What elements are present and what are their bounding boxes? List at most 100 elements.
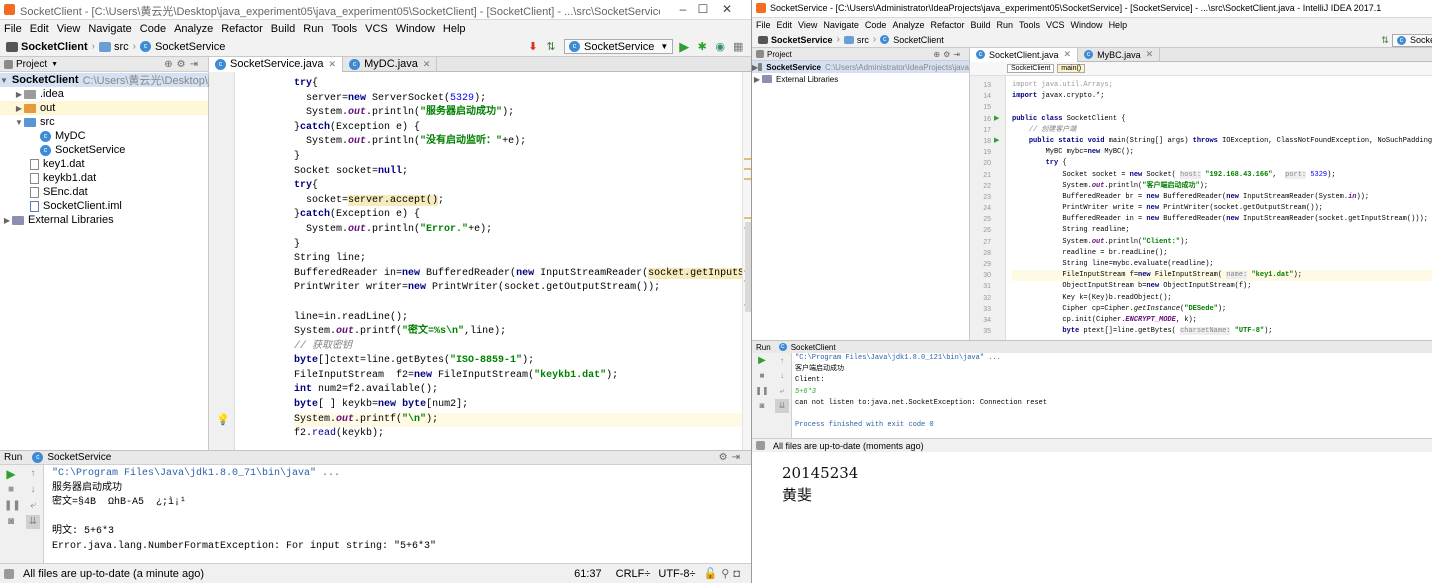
scroll-to-end-icon[interactable]: ⇊	[26, 515, 40, 529]
run-class-icon[interactable]: ▶	[994, 114, 999, 122]
menu-refactor[interactable]: Refactor	[930, 19, 964, 31]
tree-item-external-libraries[interactable]: ▶ External Libraries	[752, 73, 969, 85]
tree-item-iml[interactable]: SocketClient.iml	[0, 199, 208, 213]
tree-item-socketservice[interactable]: c SocketService	[0, 143, 208, 157]
project-panel-title[interactable]: Project	[16, 59, 47, 70]
close-tab-icon[interactable]: ✕	[329, 59, 337, 70]
up-arrow-icon[interactable]: ↑	[775, 354, 789, 368]
run-panel-label[interactable]: Run	[4, 452, 22, 463]
menu-help[interactable]: Help	[1109, 19, 1128, 31]
file-encoding[interactable]: UTF-8÷	[658, 568, 695, 580]
pause-icon[interactable]: ❚❚	[755, 384, 769, 398]
maximize-icon[interactable]: ☐	[696, 2, 710, 16]
tree-root[interactable]: ▼ SocketClient C:\Users\黄云光\Desktop\java	[0, 73, 228, 87]
menu-view[interactable]: View	[798, 19, 817, 31]
menu-code[interactable]: Code	[865, 19, 887, 31]
rerun-icon[interactable]: ▶	[4, 467, 18, 481]
crumb-class[interactable]: SocketClient	[1007, 64, 1055, 73]
run-config-select[interactable]: c SocketService ▼	[564, 39, 674, 54]
menu-build[interactable]: Build	[970, 19, 990, 31]
breadcrumb-project[interactable]: SocketService	[771, 35, 833, 45]
menu-edit[interactable]: Edit	[777, 19, 793, 31]
wrap-icon[interactable]: ⤶	[26, 499, 40, 513]
tree-root[interactable]: ▶ SocketService C:\Users\Administrator\I…	[752, 61, 969, 73]
breadcrumb-folder[interactable]: src	[114, 41, 129, 53]
left-console[interactable]: "C:\Program Files\Java\jdk1.8.0_71\bin\j…	[44, 465, 751, 563]
run-icon[interactable]: ▶	[677, 39, 691, 54]
tree-item-external-libraries[interactable]: ▶ External Libraries	[0, 213, 208, 227]
menu-window[interactable]: Window	[396, 22, 435, 36]
tree-item-senc[interactable]: SEnc.dat	[0, 185, 208, 199]
menu-build[interactable]: Build	[271, 22, 295, 36]
close-icon[interactable]: ✕	[720, 2, 734, 16]
tab-mybc[interactable]: c MyBC.java ✕	[1078, 47, 1161, 62]
wrap-icon[interactable]: ⤶	[775, 384, 789, 398]
pause-icon[interactable]: ❚❚	[4, 499, 21, 513]
profile-icon[interactable]: ▦	[731, 40, 745, 54]
editor-error-stripe[interactable]	[742, 72, 751, 450]
breadcrumb-class[interactable]: SocketService	[155, 41, 225, 53]
tree-item-key1[interactable]: key1.dat	[0, 157, 208, 171]
stripe-mark[interactable]	[744, 158, 751, 160]
menu-file[interactable]: File	[756, 19, 771, 31]
lightbulb-icon[interactable]: 💡	[216, 413, 230, 426]
down-arrow-icon[interactable]: ↓	[775, 369, 789, 383]
menu-edit[interactable]: Edit	[30, 22, 49, 36]
editor-scrollbar-thumb[interactable]	[745, 222, 751, 312]
close-tab-icon[interactable]: ✕	[1146, 49, 1154, 60]
menu-tools[interactable]: Tools	[1019, 19, 1040, 31]
menu-window[interactable]: Window	[1071, 19, 1103, 31]
tool-windows-icon[interactable]	[756, 441, 765, 450]
tool-windows-icon[interactable]	[4, 568, 14, 579]
left-code-editor[interactable]: try{ server=new ServerSocket(5329); Syst…	[235, 72, 751, 450]
tree-item-out[interactable]: ▶ out	[0, 101, 208, 115]
close-tab-icon[interactable]: ✕	[1064, 49, 1072, 60]
right-console[interactable]: "C:\Program Files\Java\jdk1.8.0_121\bin\…	[792, 353, 1432, 438]
tree-item-mydc[interactable]: c MyDC	[0, 129, 208, 143]
panel-settings-icon[interactable]: ⊕⚙⇥	[933, 50, 963, 59]
run-panel-config[interactable]: SocketService	[47, 452, 111, 463]
menu-analyze[interactable]: Analyze	[892, 19, 924, 31]
crumb-method[interactable]: main()	[1057, 64, 1086, 73]
breadcrumb-class[interactable]: SocketClient	[893, 35, 944, 45]
down-arrow-icon[interactable]: ↓	[26, 483, 40, 497]
menu-help[interactable]: Help	[443, 22, 466, 36]
sort-icon[interactable]: ⇅	[544, 40, 558, 54]
tab-mydc[interactable]: c MyDC.java ✕	[343, 56, 438, 72]
stripe-mark[interactable]	[744, 217, 751, 219]
debug-icon[interactable]: ✱	[695, 40, 709, 54]
tab-socketservice[interactable]: c SocketService.java ✕	[209, 56, 344, 72]
tab-socketclient[interactable]: c SocketClient.java ✕	[970, 47, 1079, 62]
sort-icon[interactable]: ⇅	[1378, 33, 1392, 47]
menu-navigate[interactable]: Navigate	[823, 19, 859, 31]
menu-analyze[interactable]: Analyze	[174, 22, 213, 36]
run-panel-label[interactable]: Run	[756, 343, 771, 352]
download-arrow-icon[interactable]: ⬇	[526, 40, 540, 54]
minimize-icon[interactable]: –	[676, 2, 690, 16]
breadcrumb-project[interactable]: SocketClient	[21, 41, 88, 53]
run-config-select[interactable]: c SocketClient	[1392, 33, 1432, 47]
menu-vcs[interactable]: VCS	[1046, 19, 1065, 31]
panel-settings-icon[interactable]: ⊕⚙⇥	[164, 59, 202, 70]
tree-item-idea[interactable]: ▶ .idea	[0, 87, 208, 101]
run-main-icon[interactable]: ▶	[994, 136, 999, 144]
camera-icon[interactable]: ◙	[755, 399, 769, 413]
line-separator[interactable]: CRLF÷	[616, 568, 651, 580]
camera-icon[interactable]: ◙	[4, 515, 18, 529]
menu-code[interactable]: Code	[140, 22, 166, 36]
menu-tools[interactable]: Tools	[331, 22, 357, 36]
chevron-down-icon[interactable]: ▼	[51, 61, 58, 68]
menu-run[interactable]: Run	[303, 22, 323, 36]
panel-settings-icon[interactable]: ⚙⇥	[719, 452, 744, 463]
scroll-to-end-icon[interactable]: ⇊	[775, 399, 789, 413]
menu-vcs[interactable]: VCS	[365, 22, 388, 36]
stripe-mark[interactable]	[744, 178, 751, 180]
menu-navigate[interactable]: Navigate	[88, 22, 131, 36]
menu-refactor[interactable]: Refactor	[221, 22, 263, 36]
menu-view[interactable]: View	[57, 22, 81, 36]
stripe-mark[interactable]	[744, 168, 751, 170]
project-panel-title[interactable]: Project	[767, 50, 792, 59]
menu-run[interactable]: Run	[997, 19, 1014, 31]
right-code-editor[interactable]: import java.util.Arrays; import javax.cr…	[1006, 76, 1432, 340]
up-arrow-icon[interactable]: ↑	[26, 467, 40, 481]
